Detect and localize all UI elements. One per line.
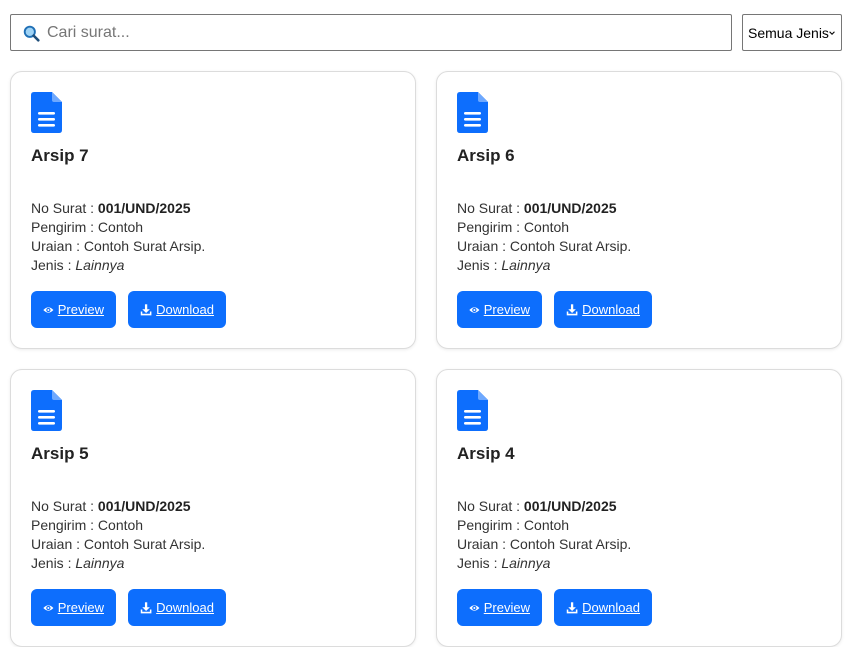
pengirim-row: Pengirim : Contoh: [457, 517, 570, 533]
uraian-value: Contoh Surat Arsip.: [509, 238, 632, 254]
uraian-row: Uraian : Contoh Surat Arsip.: [457, 238, 632, 254]
jenis-row: Jenis : Lainnya: [457, 257, 551, 273]
download-icon: [566, 303, 578, 315]
preview-button[interactable]: Preview: [457, 589, 542, 626]
document-icon: [457, 92, 488, 133]
jenis-value: Lainnya: [75, 257, 125, 273]
uraian-value: Contoh Surat Arsip.: [509, 536, 632, 552]
pengirim-row: Pengirim : Contoh: [457, 219, 570, 235]
card-title: Arsip 7: [31, 146, 89, 165]
no-surat-value: 001/UND/2025: [523, 200, 617, 216]
jenis-row: Jenis : Lainnya: [31, 257, 125, 273]
preview-button[interactable]: Preview: [31, 291, 116, 328]
eye-icon: [43, 306, 54, 313]
download-button[interactable]: Download: [554, 589, 652, 626]
uraian-row: Uraian : Contoh Surat Arsip.: [457, 536, 632, 552]
document-icon: [457, 390, 488, 431]
eye-icon: [469, 306, 480, 313]
jenis-row: Jenis : Lainnya: [457, 555, 551, 571]
preview-button[interactable]: Preview: [31, 589, 116, 626]
search-box[interactable]: [10, 14, 732, 51]
archive-card: Arsip 4 No Surat : 001/UND/2025 Pengirim…: [436, 369, 842, 647]
uraian-value: Contoh Surat Arsip.: [83, 238, 206, 254]
archive-card: Arsip 6 No Surat : 001/UND/2025 Pengirim…: [436, 71, 842, 349]
eye-icon: [43, 604, 54, 611]
no-surat-row: No Surat : 001/UND/2025: [457, 200, 617, 216]
archive-card: Arsip 7 No Surat : 001/UND/2025 Pengirim…: [10, 71, 416, 349]
card-title: Arsip 6: [457, 146, 515, 165]
document-icon: [31, 390, 62, 431]
archive-card: Arsip 5 No Surat : 001/UND/2025 Pengirim…: [10, 369, 416, 647]
document-icon: [31, 92, 62, 133]
search-input[interactable]: [45, 16, 725, 49]
jenis-value: Lainnya: [501, 257, 551, 273]
card-title: Arsip 5: [31, 444, 89, 463]
download-label: Download: [156, 302, 214, 317]
jenis-row: Jenis : Lainnya: [31, 555, 125, 571]
search-icon: [23, 25, 40, 42]
preview-label: Preview: [57, 600, 104, 615]
pengirim-value: Contoh: [97, 219, 144, 235]
pengirim-value: Contoh: [97, 517, 144, 533]
uraian-value: Contoh Surat Arsip.: [83, 536, 206, 552]
card-details: No Surat : 001/UND/2025 Pengirim : Conto…: [457, 497, 817, 573]
download-icon: [140, 601, 152, 613]
download-button[interactable]: Download: [128, 291, 226, 328]
pengirim-value: Contoh: [523, 219, 570, 235]
card-title: Arsip 4: [457, 444, 515, 463]
download-icon: [566, 601, 578, 613]
download-icon: [140, 303, 152, 315]
download-button[interactable]: Download: [554, 291, 652, 328]
no-surat-value: 001/UND/2025: [97, 498, 191, 514]
pengirim-value: Contoh: [523, 517, 570, 533]
no-surat-value: 001/UND/2025: [97, 200, 191, 216]
jenis-value: Lainnya: [501, 555, 551, 571]
pengirim-row: Pengirim : Contoh: [31, 219, 144, 235]
download-button[interactable]: Download: [128, 589, 226, 626]
no-surat-row: No Surat : 001/UND/2025: [457, 498, 617, 514]
uraian-row: Uraian : Contoh Surat Arsip.: [31, 536, 206, 552]
preview-label: Preview: [483, 600, 530, 615]
preview-label: Preview: [57, 302, 104, 317]
eye-icon: [469, 604, 480, 611]
card-details: No Surat : 001/UND/2025 Pengirim : Conto…: [31, 199, 391, 275]
uraian-row: Uraian : Contoh Surat Arsip.: [31, 238, 206, 254]
no-surat-row: No Surat : 001/UND/2025: [31, 200, 191, 216]
preview-label: Preview: [483, 302, 530, 317]
type-filter-value: Semua Jenis: [748, 24, 829, 41]
no-surat-row: No Surat : 001/UND/2025: [31, 498, 191, 514]
pengirim-row: Pengirim : Contoh: [31, 517, 144, 533]
toolbar: Semua Jenis: [10, 14, 842, 51]
no-surat-value: 001/UND/2025: [523, 498, 617, 514]
type-filter-select[interactable]: Semua Jenis: [742, 14, 842, 51]
chevron-down-icon: [829, 30, 835, 35]
download-label: Download: [582, 600, 640, 615]
card-details: No Surat : 001/UND/2025 Pengirim : Conto…: [31, 497, 391, 573]
card-details: No Surat : 001/UND/2025 Pengirim : Conto…: [457, 199, 817, 275]
download-label: Download: [582, 302, 640, 317]
download-label: Download: [156, 600, 214, 615]
preview-button[interactable]: Preview: [457, 291, 542, 328]
jenis-value: Lainnya: [75, 555, 125, 571]
